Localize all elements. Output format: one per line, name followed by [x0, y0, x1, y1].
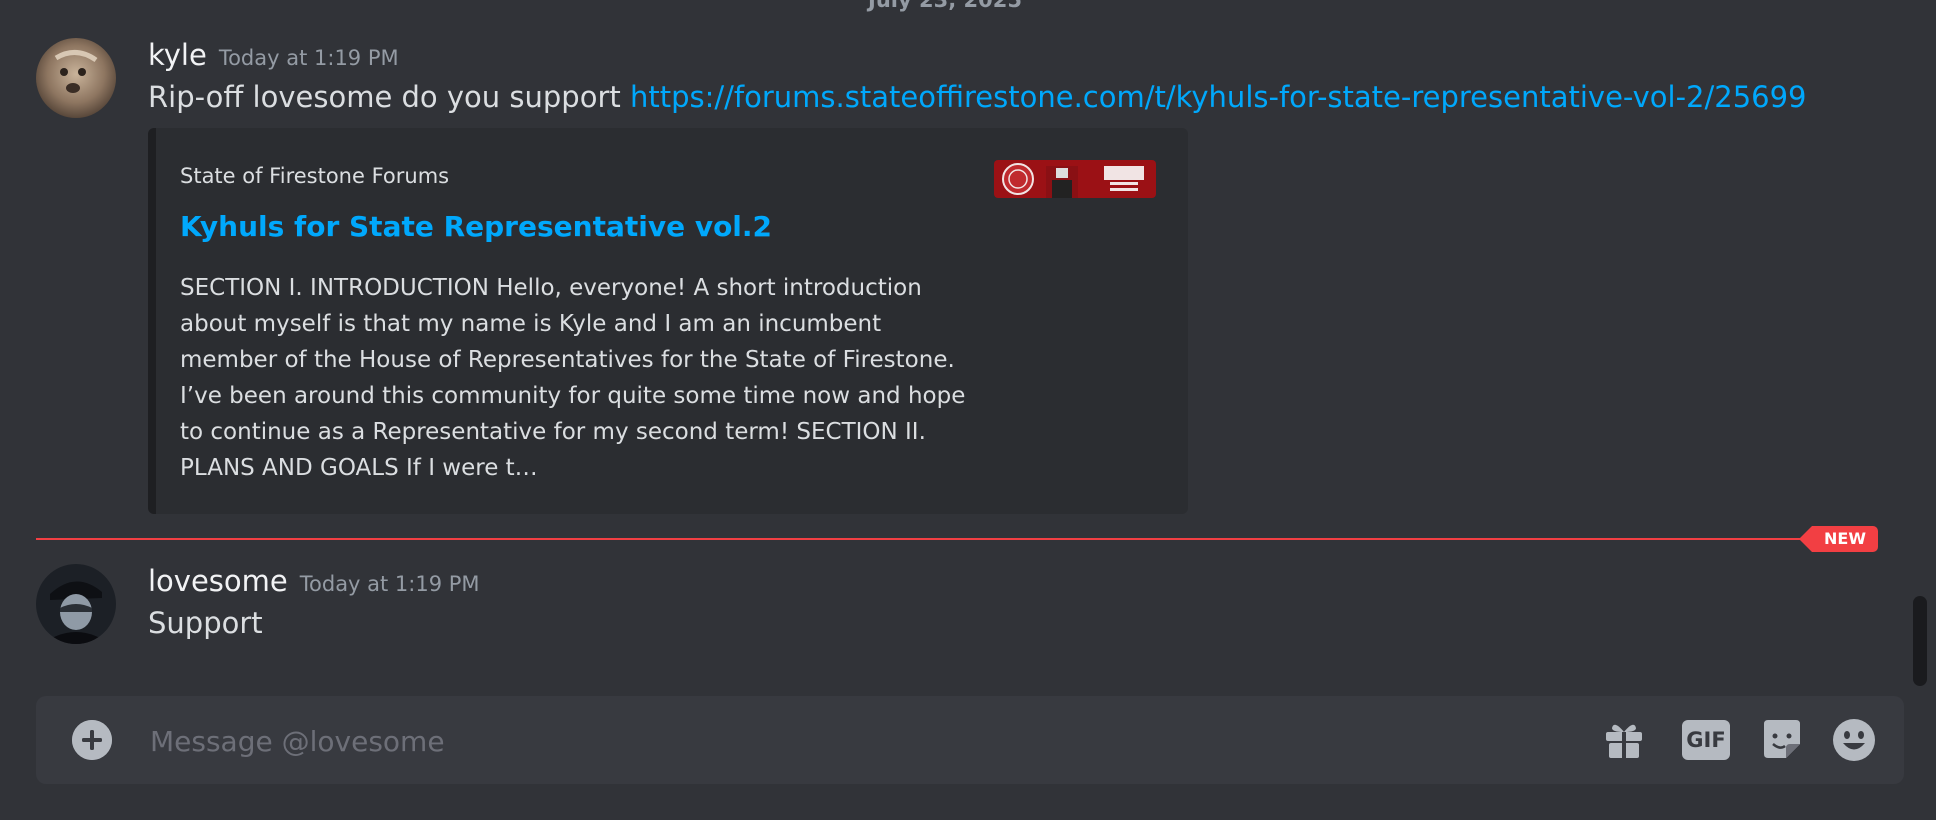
date-divider: July 23, 2025: [868, 0, 1022, 12]
gif-button[interactable]: GIF: [1682, 720, 1730, 760]
message-lovesome: lovesome Today at 1:19 PM Support: [36, 564, 1896, 654]
attach-button[interactable]: [72, 720, 112, 760]
timestamp: Today at 1:19 PM: [299, 572, 480, 596]
avatar[interactable]: [36, 564, 116, 644]
message-link[interactable]: https://forums.stateoffirestone.com/t/ky…: [630, 80, 1807, 114]
timestamp: Today at 1:19 PM: [218, 46, 399, 70]
link-embed: State of Firestone Forums Kyhuls for Sta…: [148, 128, 1188, 514]
gift-icon: [1606, 724, 1642, 758]
message-content: Support: [148, 606, 263, 640]
avatar[interactable]: [36, 38, 116, 118]
message-text: Rip-off lovesome do you support: [148, 80, 630, 114]
new-messages-divider: [36, 538, 1846, 540]
message-kyle: kyle Today at 1:19 PM Rip-off lovesome do…: [36, 38, 1896, 518]
scrollbar-thumb[interactable]: [1913, 596, 1927, 686]
embed-provider[interactable]: State of Firestone Forums: [180, 164, 449, 188]
embed-description: SECTION I. INTRODUCTION Hello, everyone!…: [180, 275, 966, 481]
sticker-icon: [1764, 720, 1800, 758]
message-content: Rip-off lovesome do you support https://…: [148, 80, 1807, 114]
embed-title[interactable]: Kyhuls for State Representative vol.2: [180, 210, 772, 243]
embed-thumbnail[interactable]: [994, 160, 1156, 198]
sticker-button[interactable]: [1760, 718, 1804, 762]
message-header: lovesome Today at 1:19 PM: [148, 564, 480, 598]
plus-circle-icon: [72, 720, 112, 760]
message-input[interactable]: [148, 710, 1592, 772]
username[interactable]: lovesome: [148, 564, 288, 598]
message-text: Support: [148, 606, 263, 640]
emoji-button[interactable]: [1832, 718, 1876, 762]
emoji-smile-icon: [1833, 719, 1875, 761]
new-badge: NEW: [1799, 526, 1878, 552]
username[interactable]: kyle: [148, 38, 207, 72]
message-header: kyle Today at 1:19 PM: [148, 38, 399, 72]
gift-button[interactable]: [1602, 718, 1646, 762]
message-composer: GIF: [36, 696, 1904, 784]
